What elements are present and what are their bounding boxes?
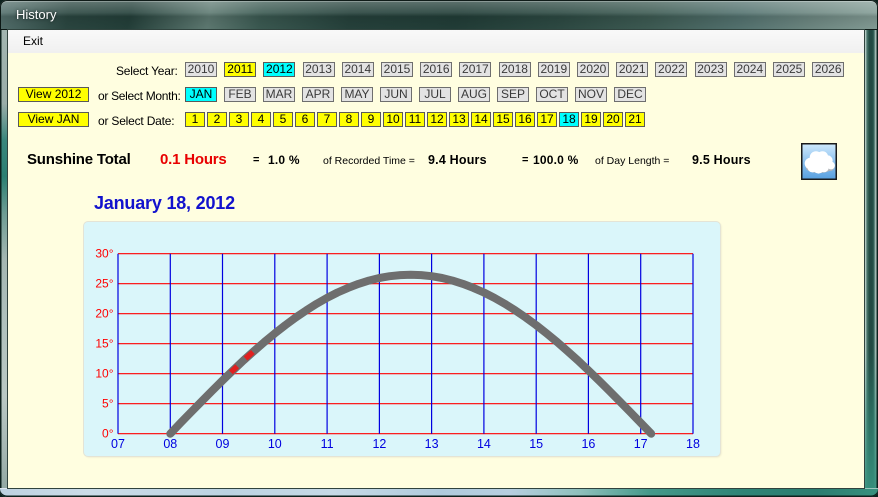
svg-text:15: 15 <box>529 437 543 451</box>
svg-text:09: 09 <box>216 437 230 451</box>
svg-text:18: 18 <box>686 437 700 451</box>
svg-text:11: 11 <box>321 437 334 451</box>
svg-text:20°: 20° <box>95 307 113 321</box>
svg-text:17: 17 <box>634 437 648 451</box>
svg-text:10: 10 <box>268 437 282 451</box>
svg-text:16: 16 <box>581 437 595 451</box>
svg-text:12: 12 <box>372 437 386 451</box>
svg-text:14: 14 <box>477 437 491 451</box>
svg-text:25°: 25° <box>95 277 113 291</box>
svg-text:10°: 10° <box>95 367 113 381</box>
svg-text:13: 13 <box>425 437 439 451</box>
svg-text:5°: 5° <box>102 397 114 411</box>
svg-text:30°: 30° <box>95 247 113 261</box>
svg-text:15°: 15° <box>95 337 113 351</box>
svg-text:07: 07 <box>111 437 125 451</box>
svg-text:08: 08 <box>163 437 177 451</box>
